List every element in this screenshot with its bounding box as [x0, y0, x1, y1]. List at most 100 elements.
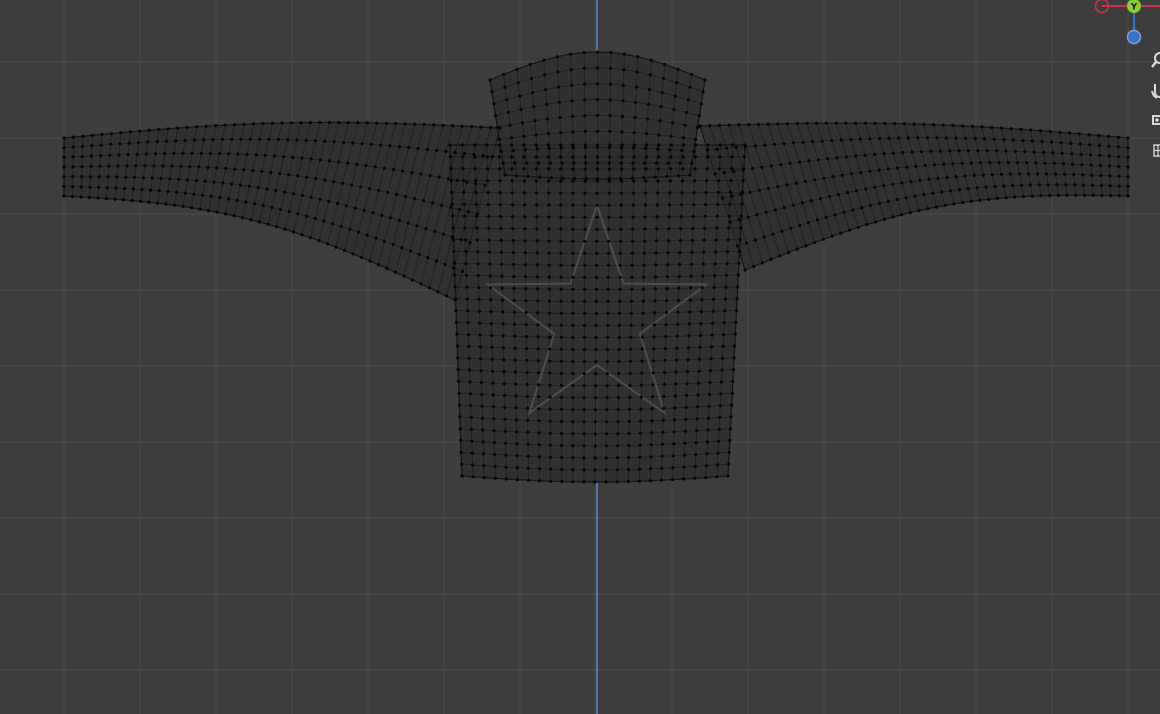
mesh-vertex[interactable] — [925, 136, 929, 140]
mesh-vertex[interactable] — [901, 151, 905, 155]
mesh-vertex[interactable] — [140, 187, 144, 192]
mesh-vertex[interactable] — [71, 135, 76, 139]
mesh-vertex[interactable] — [605, 396, 609, 400]
mesh-vertex[interactable] — [559, 299, 563, 303]
mesh-vertex[interactable] — [694, 441, 698, 445]
mesh-vertex[interactable] — [415, 224, 419, 228]
mesh-vertex[interactable] — [106, 175, 110, 179]
mesh-vertex[interactable] — [253, 202, 257, 206]
mesh-vertex[interactable] — [547, 146, 552, 150]
mesh-vertex[interactable] — [660, 91, 664, 95]
mesh-vertex[interactable] — [519, 107, 523, 112]
mesh-vertex[interactable] — [665, 275, 670, 279]
mesh-vertex[interactable] — [1117, 164, 1121, 169]
mesh-vertex[interactable] — [697, 369, 701, 373]
mesh-vertex[interactable] — [632, 155, 636, 159]
mesh-vertex[interactable] — [518, 94, 522, 98]
mesh-vertex[interactable] — [155, 201, 160, 205]
mesh-vertex[interactable] — [648, 73, 652, 77]
mesh-vertex[interactable] — [537, 455, 541, 459]
mesh-vertex[interactable] — [650, 419, 654, 423]
mesh-vertex[interactable] — [252, 122, 256, 126]
mesh-vertex[interactable] — [651, 371, 655, 375]
mesh-vertex[interactable] — [465, 297, 469, 301]
mesh-vertex[interactable] — [941, 123, 945, 127]
mesh-vertex[interactable] — [261, 203, 265, 208]
mesh-vertex[interactable] — [537, 395, 541, 399]
mesh-vertex[interactable] — [524, 275, 528, 279]
mesh-vertex[interactable] — [786, 250, 791, 255]
mesh-vertex[interactable] — [548, 323, 552, 327]
mesh-vertex[interactable] — [616, 444, 620, 448]
mesh-vertex[interactable] — [499, 250, 504, 254]
mesh-vertex[interactable] — [559, 251, 563, 255]
mesh-vertex[interactable] — [317, 239, 321, 243]
mesh-vertex[interactable] — [571, 167, 575, 171]
mesh-vertex[interactable] — [619, 239, 623, 243]
mesh-vertex[interactable] — [1019, 127, 1023, 131]
mesh-vertex[interactable] — [651, 395, 655, 399]
mesh-vertex[interactable] — [365, 233, 369, 237]
mesh-vertex[interactable] — [593, 480, 597, 484]
mesh-vertex[interactable] — [571, 384, 575, 388]
mesh-vertex[interactable] — [656, 191, 660, 195]
mesh-vertex[interactable] — [546, 132, 551, 136]
mesh-vertex[interactable] — [583, 203, 587, 207]
mesh-vertex[interactable] — [125, 164, 129, 168]
mesh-vertex[interactable] — [462, 190, 466, 194]
mesh-vertex[interactable] — [700, 298, 704, 302]
mesh-vertex[interactable] — [99, 154, 103, 158]
mesh-vertex[interactable] — [791, 203, 795, 207]
mesh-vertex[interactable] — [701, 262, 705, 266]
mesh-vertex[interactable] — [605, 372, 609, 376]
mesh-vertex[interactable] — [515, 67, 519, 71]
mesh-vertex[interactable] — [681, 143, 686, 147]
mesh-vertex[interactable] — [1015, 161, 1020, 165]
mesh-vertex[interactable] — [548, 395, 552, 399]
mesh-vertex[interactable] — [689, 262, 694, 266]
mesh-vertex[interactable] — [492, 441, 496, 445]
mesh-vertex[interactable] — [593, 444, 597, 448]
mesh-vertex[interactable] — [762, 235, 766, 239]
mesh-vertex[interactable] — [667, 203, 672, 207]
mesh-vertex[interactable] — [1116, 145, 1120, 149]
mesh-vertex[interactable] — [668, 179, 672, 183]
mesh-vertex[interactable] — [595, 145, 600, 149]
mesh-vertex[interactable] — [846, 191, 850, 195]
mesh-vertex[interactable] — [655, 215, 659, 219]
mesh-vertex[interactable] — [1099, 183, 1103, 188]
mesh-vertex[interactable] — [683, 441, 687, 445]
mesh-vertex[interactable] — [753, 238, 757, 242]
mesh-vertex[interactable] — [629, 311, 633, 315]
mesh-vertex[interactable] — [764, 210, 768, 214]
mesh-vertex[interactable] — [661, 430, 665, 434]
mesh-vertex[interactable] — [826, 157, 830, 161]
mesh-vertex[interactable] — [615, 480, 619, 484]
mesh-vertex[interactable] — [652, 323, 657, 327]
mesh-vertex[interactable] — [308, 121, 312, 125]
mesh-vertex[interactable] — [212, 180, 216, 184]
mesh-vertex[interactable] — [559, 347, 563, 351]
mesh-vertex[interactable] — [208, 151, 212, 156]
mesh-vertex[interactable] — [620, 146, 624, 150]
mesh-vertex[interactable] — [1126, 165, 1130, 169]
mesh-vertex[interactable] — [606, 335, 610, 340]
mesh-vertex[interactable] — [717, 179, 721, 183]
mesh-vertex[interactable] — [470, 451, 474, 455]
mesh-vertex[interactable] — [630, 287, 634, 291]
mesh-vertex[interactable] — [547, 179, 551, 183]
mesh-vertex[interactable] — [771, 232, 775, 236]
mesh-vertex[interactable] — [536, 323, 540, 327]
mesh-vertex[interactable] — [984, 185, 988, 189]
mesh-vertex[interactable] — [1002, 184, 1006, 188]
mesh-vertex[interactable] — [560, 431, 564, 436]
mesh-vertex[interactable] — [724, 285, 728, 289]
mesh-vertex[interactable] — [990, 173, 994, 177]
mesh-vertex[interactable] — [990, 125, 994, 130]
mesh-vertex[interactable] — [705, 148, 710, 152]
mesh-vertex[interactable] — [498, 191, 502, 195]
mesh-vertex[interactable] — [470, 125, 474, 129]
mesh-vertex[interactable] — [62, 194, 66, 198]
mesh-vertex[interactable] — [419, 172, 423, 176]
mesh-vertex[interactable] — [701, 90, 705, 94]
